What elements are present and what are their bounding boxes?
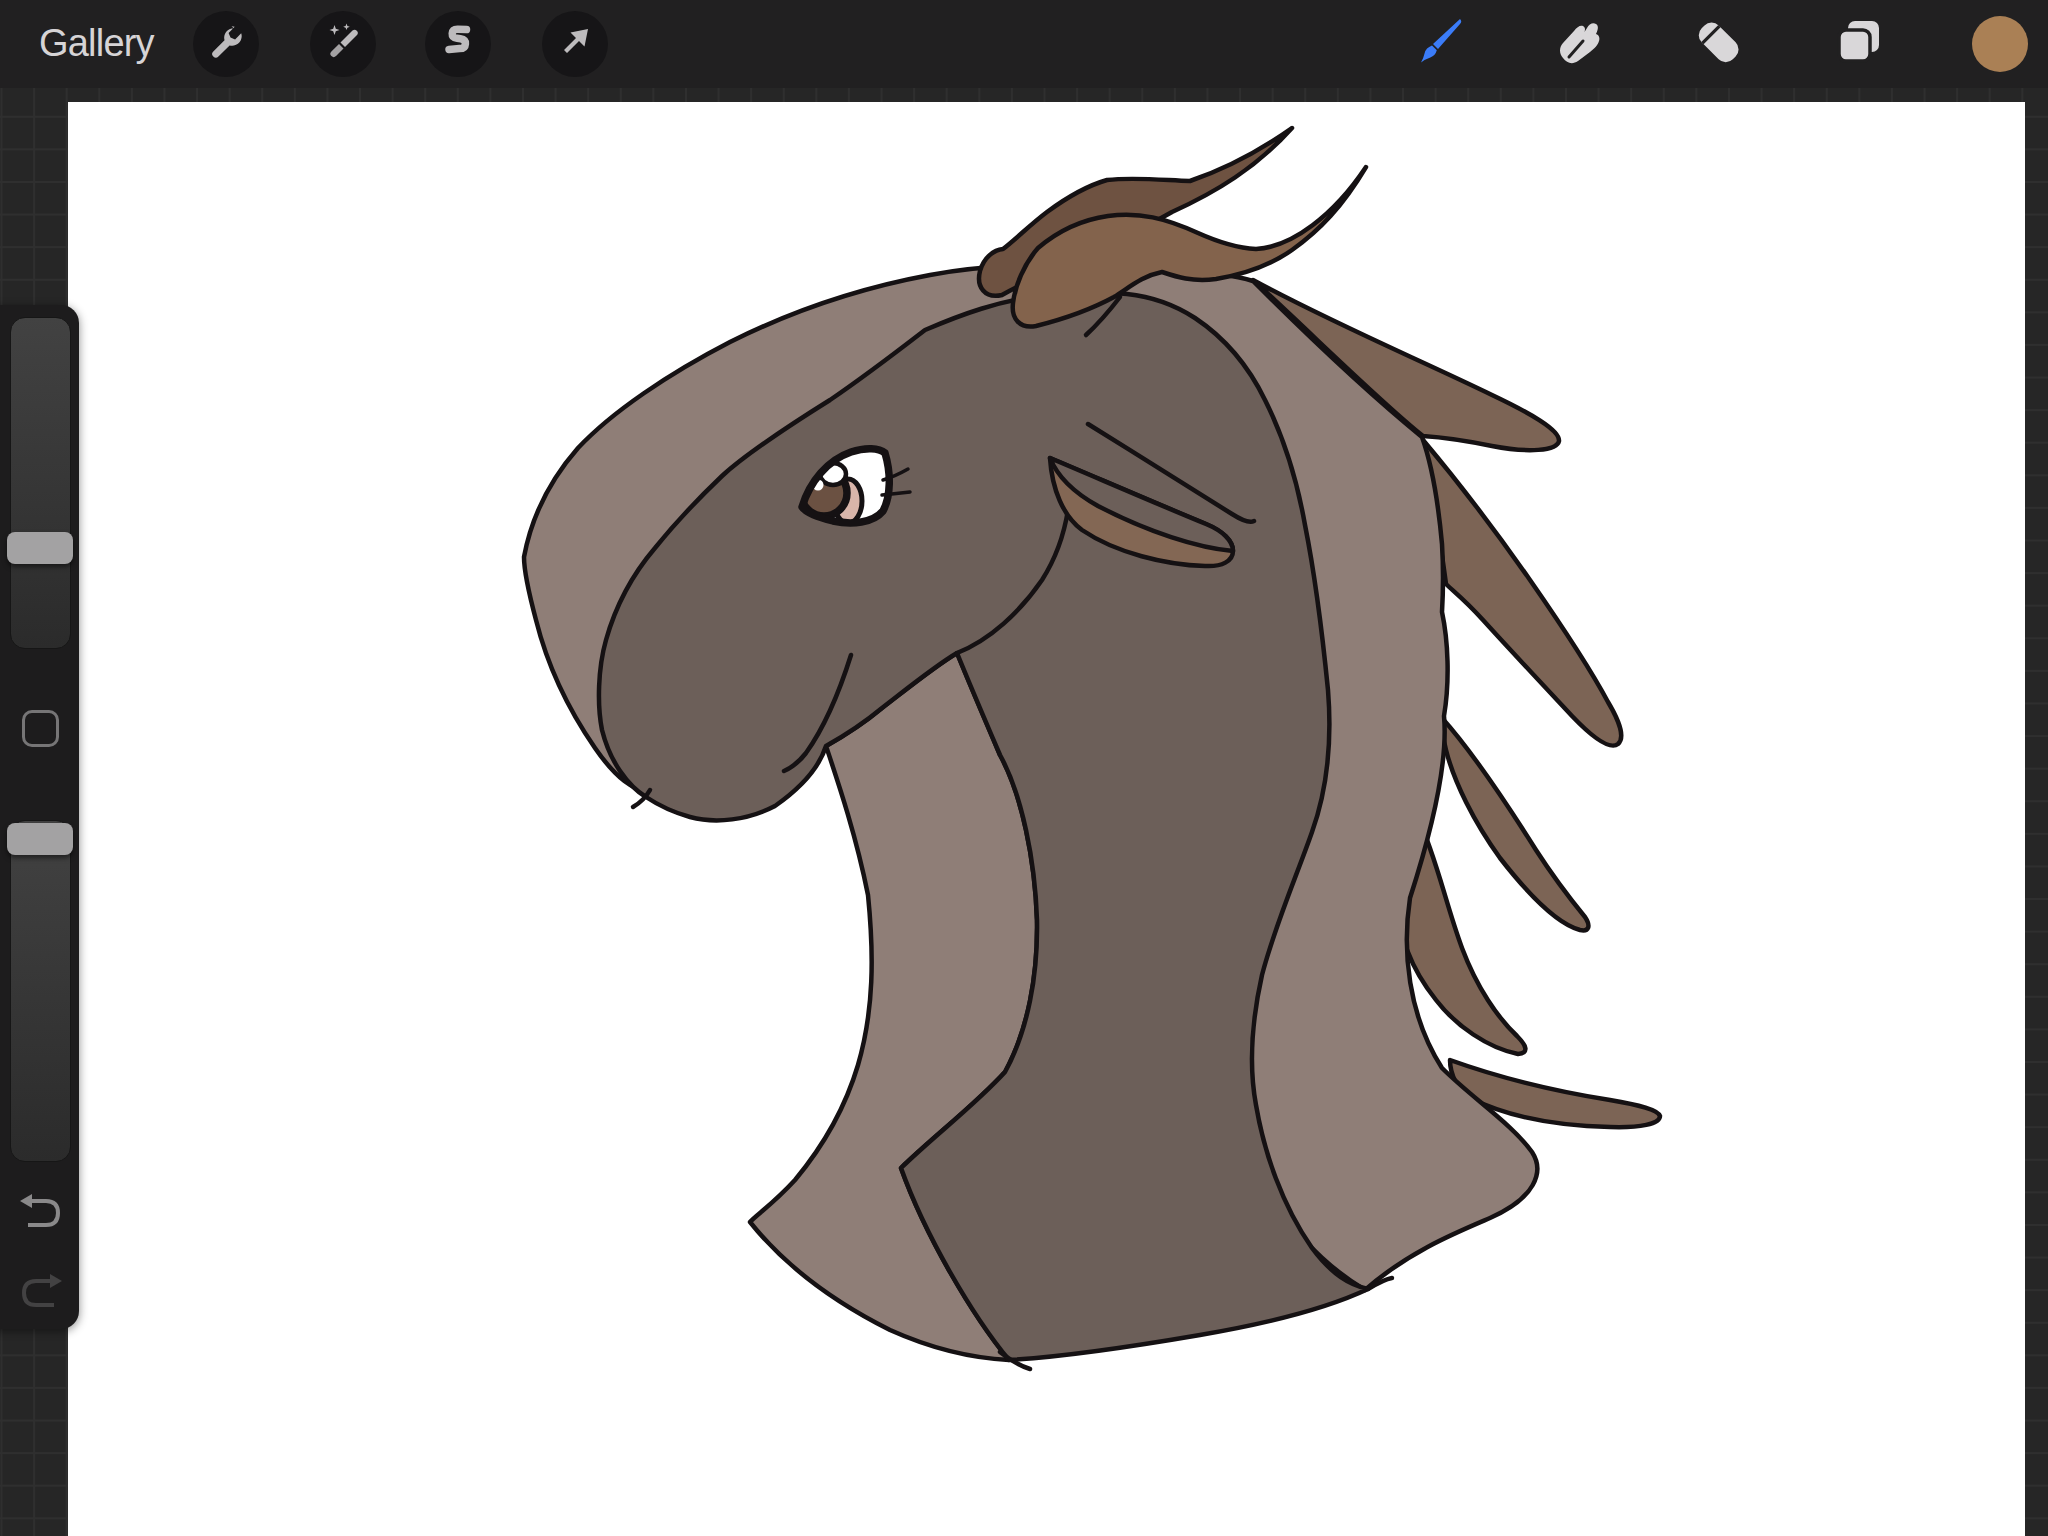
modify-button[interactable] — [22, 710, 59, 747]
brush-sidebar — [0, 305, 79, 1329]
magic-wand-icon — [322, 21, 364, 67]
layers-icon — [1830, 13, 1888, 75]
paint-brush-icon — [1411, 13, 1469, 75]
mane-strand-c — [1442, 718, 1589, 930]
layers-button[interactable] — [1826, 11, 1892, 77]
redo-arrow-icon — [16, 1273, 66, 1315]
redo-button[interactable] — [16, 1273, 66, 1319]
gallery-button[interactable]: Gallery — [39, 22, 154, 65]
undo-arrow-icon — [16, 1193, 66, 1235]
opacity-handle[interactable] — [7, 823, 73, 855]
brush-size-slider[interactable] — [10, 317, 71, 649]
eraser-tool-button[interactable] — [1686, 11, 1752, 77]
drawing-canvas[interactable] — [68, 102, 2025, 1536]
undo-button[interactable] — [16, 1193, 66, 1239]
actions-button[interactable] — [193, 11, 259, 77]
eraser-icon — [1690, 13, 1748, 75]
brush-size-handle[interactable] — [7, 532, 73, 564]
adjustments-button[interactable] — [310, 11, 376, 77]
color-swatch-button[interactable] — [1972, 16, 2028, 72]
selection-button[interactable] — [425, 11, 491, 77]
horse-artwork — [68, 102, 2025, 1536]
paint-tool-button[interactable] — [1407, 11, 1473, 77]
smudge-finger-icon — [1550, 13, 1608, 75]
mane-strand-b — [1423, 440, 1621, 746]
transform-arrow-icon — [555, 22, 595, 66]
smudge-tool-button[interactable] — [1546, 11, 1612, 77]
top-toolbar: Gallery — [0, 0, 2048, 88]
opacity-slider[interactable] — [10, 820, 71, 1162]
selection-s-icon — [438, 22, 478, 66]
transform-button[interactable] — [542, 11, 608, 77]
wrench-icon — [206, 22, 246, 66]
